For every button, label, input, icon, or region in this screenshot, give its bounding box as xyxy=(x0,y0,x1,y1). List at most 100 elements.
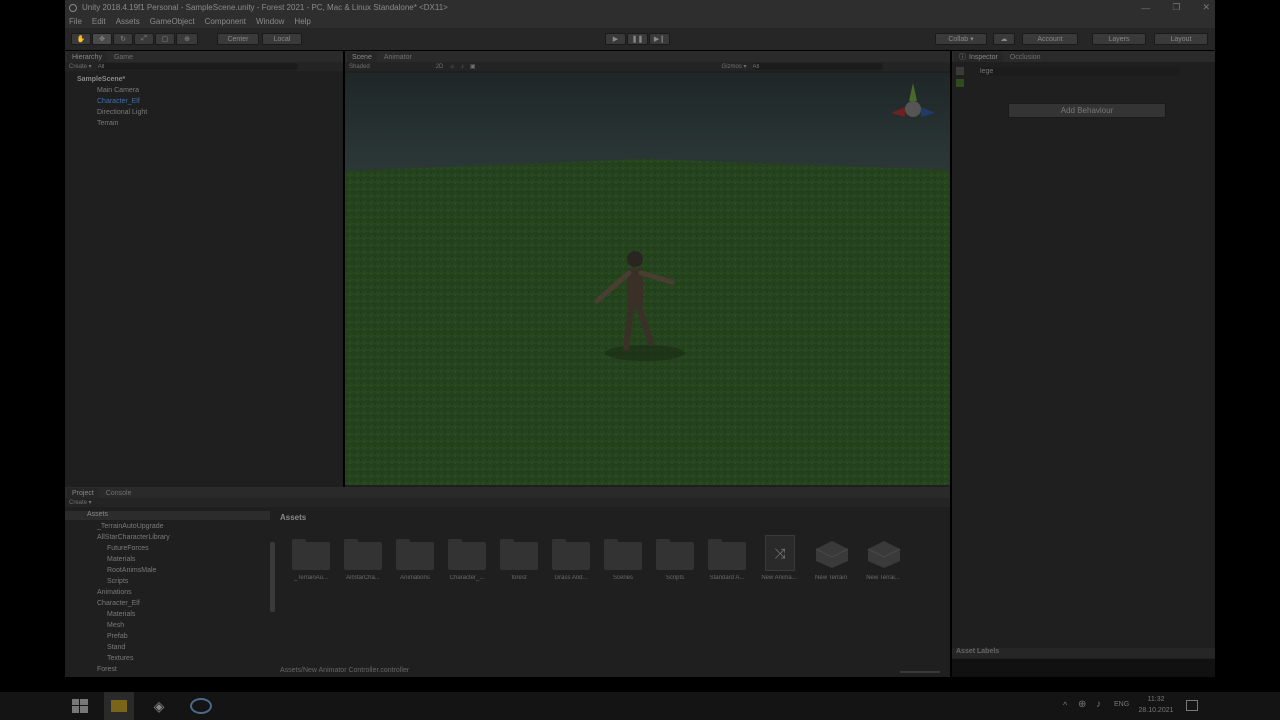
asset-label: _TerrainAu... xyxy=(293,575,329,581)
tree-item[interactable]: Character_Elf xyxy=(97,600,140,607)
pivot-center-button[interactable]: Center xyxy=(217,33,259,45)
icon-size-slider[interactable] xyxy=(900,671,940,673)
rotate-tool-button[interactable]: ↻ xyxy=(113,33,133,45)
hand-tool-button[interactable]: ✋ xyxy=(71,33,91,45)
folder-icon[interactable] xyxy=(344,539,382,570)
pivot-local-button[interactable]: Local xyxy=(262,33,302,45)
folder-icon[interactable] xyxy=(552,539,590,570)
tree-item[interactable]: Stand xyxy=(107,644,125,651)
menu-component[interactable]: Component xyxy=(205,17,246,26)
scene-root[interactable]: SampleScene* xyxy=(77,76,125,83)
folder-icon[interactable] xyxy=(292,539,330,570)
layout-dropdown[interactable]: Layout xyxy=(1154,33,1208,45)
tab-scene[interactable]: Scene xyxy=(347,52,377,62)
play-button[interactable]: ▶ xyxy=(605,33,626,45)
unity-taskbar-icon[interactable]: ◈ xyxy=(148,698,170,714)
unity-hub-icon[interactable] xyxy=(190,698,212,714)
tree-item[interactable]: Mesh xyxy=(107,622,124,629)
hierarchy-item-directional-light[interactable]: Directional Light xyxy=(97,109,147,116)
main-toolbar: ✋ ✥ ↻ ⤢ ▢ ⊕ Center Local ▶ ❚❚ ▶❙ Collab … xyxy=(65,28,1215,50)
menu-help[interactable]: Help xyxy=(294,17,310,26)
minimize-button[interactable]: — xyxy=(1141,3,1150,13)
terrain-asset-icon[interactable] xyxy=(866,537,902,569)
animator-controller-icon[interactable]: ⤨ xyxy=(765,535,795,571)
gizmos-dropdown[interactable]: Gizmos ▾ xyxy=(722,63,747,70)
folder-icon[interactable] xyxy=(448,539,486,570)
language-indicator[interactable]: ENG xyxy=(1114,701,1129,708)
cloud-icon[interactable]: ☁ xyxy=(993,33,1015,45)
account-dropdown[interactable]: Account xyxy=(1022,33,1078,45)
folder-icon[interactable] xyxy=(396,539,434,570)
tree-item[interactable]: Prefab xyxy=(107,633,128,640)
menu-edit[interactable]: Edit xyxy=(92,17,106,26)
lighting-icon[interactable]: ☼ xyxy=(449,64,455,70)
asset-label: New Terrai... xyxy=(866,575,900,581)
tray-chevron-icon[interactable]: ^ xyxy=(1063,700,1067,710)
menu-file[interactable]: File xyxy=(69,17,82,26)
asset-label: AllStarCha... xyxy=(346,575,380,581)
tree-item[interactable]: FutureForces xyxy=(107,545,149,552)
network-icon[interactable]: ⊕ xyxy=(1078,699,1086,710)
tree-item[interactable]: AllStarCharacterLibrary xyxy=(97,534,170,541)
effects-icon[interactable]: ▣ xyxy=(470,63,476,70)
clock-date[interactable]: 28.10.2021 xyxy=(1136,707,1176,714)
maximize-button[interactable]: ❐ xyxy=(1172,2,1180,13)
layers-dropdown[interactable]: Layers xyxy=(1092,33,1146,45)
rect-tool-button[interactable]: ▢ xyxy=(155,33,175,45)
tree-item[interactable]: Forest xyxy=(97,666,117,673)
tree-item[interactable]: Materials xyxy=(107,556,135,563)
project-root-assets[interactable]: Assets xyxy=(65,511,270,520)
pause-button[interactable]: ❚❚ xyxy=(627,33,648,45)
hierarchy-item-main-camera[interactable]: Main Camera xyxy=(97,87,139,94)
tab-inspector[interactable]: ⓘ Inspector xyxy=(954,52,1003,62)
tab-project[interactable]: Project xyxy=(67,488,99,498)
windows-start-icon[interactable] xyxy=(72,699,88,713)
step-button[interactable]: ▶❙ xyxy=(649,33,670,45)
tree-item[interactable]: _TerrainAutoUpgrade xyxy=(97,523,164,530)
tab-hierarchy[interactable]: Hierarchy xyxy=(67,52,107,62)
notification-icon[interactable] xyxy=(1186,700,1198,711)
close-button[interactable]: ✕ xyxy=(1202,2,1210,13)
hierarchy-create-button[interactable]: Create ▾ xyxy=(69,63,92,70)
file-explorer-icon[interactable] xyxy=(104,692,134,720)
project-breadcrumb[interactable]: Assets xyxy=(280,513,306,522)
tree-item[interactable]: Scripts xyxy=(107,578,128,585)
asset-label: New Anima... xyxy=(761,575,797,581)
move-tool-button[interactable]: ✥ xyxy=(92,33,112,45)
clock-time[interactable]: 11:32 xyxy=(1138,696,1174,703)
menu-gameobject[interactable]: GameObject xyxy=(150,17,195,26)
tab-occlusion[interactable]: Occlusion xyxy=(1005,52,1046,62)
hierarchy-item-character-elf[interactable]: Character_Elf xyxy=(97,98,140,105)
folder-icon[interactable] xyxy=(708,539,746,570)
toggle-2d-button[interactable]: 2D xyxy=(436,64,444,70)
project-tree-scrollbar[interactable] xyxy=(270,542,275,612)
audio-icon[interactable]: ♪ xyxy=(461,64,464,70)
menu-window[interactable]: Window xyxy=(256,17,284,26)
asset-label: forest xyxy=(511,575,527,581)
tree-item[interactable]: RootAnimsMale xyxy=(107,567,156,574)
volume-icon[interactable]: ♪ xyxy=(1096,699,1101,710)
add-behaviour-button[interactable]: Add Behaviour xyxy=(1008,103,1166,118)
collab-dropdown[interactable]: Collab ▾ xyxy=(935,33,987,45)
tab-console[interactable]: Console xyxy=(101,488,137,498)
transform-tool-button[interactable]: ⊕ xyxy=(176,33,198,45)
scene-tabbar: Scene Animator xyxy=(345,51,950,62)
tree-item[interactable]: Textures xyxy=(107,655,133,662)
folder-icon[interactable] xyxy=(500,539,538,570)
folder-icon[interactable] xyxy=(656,539,694,570)
terrain-asset-icon[interactable] xyxy=(814,537,850,569)
scene-search-input[interactable] xyxy=(752,63,883,70)
tab-game[interactable]: Game xyxy=(109,52,138,62)
menu-assets[interactable]: Assets xyxy=(116,17,140,26)
scene-viewport[interactable] xyxy=(345,73,950,485)
shading-mode-dropdown[interactable]: Shaded xyxy=(349,64,370,70)
tree-item[interactable]: Materials xyxy=(107,611,135,618)
folder-icon[interactable] xyxy=(604,539,642,570)
project-create-button[interactable]: Create ▾ xyxy=(69,499,92,506)
tree-item[interactable]: Animations xyxy=(97,589,132,596)
tab-animator[interactable]: Animator xyxy=(379,52,417,62)
hierarchy-search-input[interactable] xyxy=(97,63,298,70)
scale-tool-button[interactable]: ⤢ xyxy=(134,33,154,45)
object-name-input[interactable] xyxy=(980,67,1180,76)
hierarchy-item-terrain[interactable]: Terrain xyxy=(97,120,118,127)
